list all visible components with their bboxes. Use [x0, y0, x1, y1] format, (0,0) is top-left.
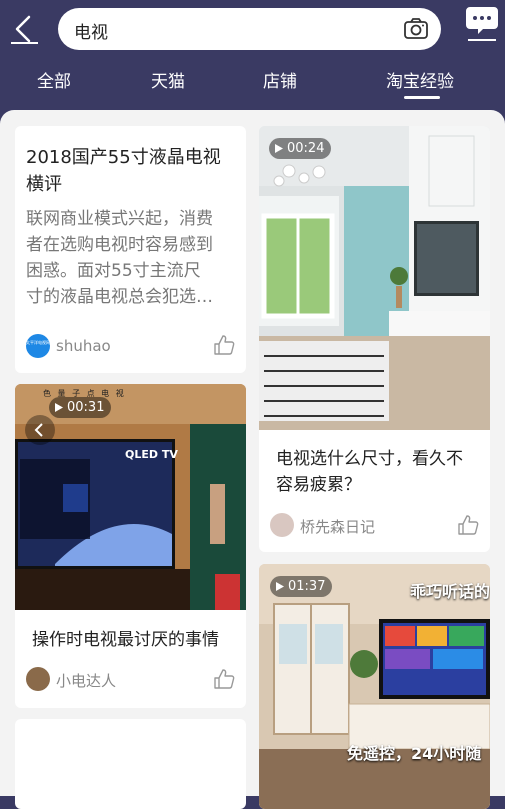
back-button[interactable]	[8, 12, 42, 46]
video-duration-badge: 00:24	[269, 138, 332, 159]
video-overlay-caption-top: 乖巧听话的	[409, 582, 490, 601]
chat-bubble-menu-icon	[466, 7, 498, 41]
card-title: 操作时电视最讨厌的事情	[32, 630, 219, 650]
author-name: 小电达人	[56, 672, 117, 690]
author-avatar: 太平洋电视网	[26, 334, 50, 358]
feed: 2018国产55寸液晶电视 横评 联网商业模式兴起，消费 者在选购电视时容易感到…	[0, 110, 505, 809]
thumbs-up-icon[interactable]	[213, 334, 235, 356]
play-icon	[275, 144, 283, 153]
video-card-tv-operation[interactable]: 色 量 子 点 电 视 QLED TV 00:31 操作时电视最讨厌的事情 小电…	[15, 384, 246, 708]
author-name: shuhao	[56, 337, 111, 355]
search-box[interactable]: 电视	[58, 8, 441, 50]
tab-shops[interactable]: 店铺	[263, 67, 297, 92]
back-arrow-icon	[11, 15, 38, 44]
play-icon	[276, 582, 284, 591]
living-room-photo	[259, 126, 490, 430]
author-name: 桥先森日记	[300, 518, 376, 536]
tab-taobao-experience[interactable]: 淘宝经验	[386, 67, 454, 92]
camera-icon[interactable]	[403, 16, 429, 42]
card-title: 电视选什么尺寸，看久不 容易疲累？	[276, 449, 463, 495]
video-duration-badge: 01:37	[270, 576, 333, 597]
author-avatar	[26, 667, 50, 691]
chevron-left-icon	[34, 423, 43, 437]
tv-brand-text: QLED TV	[125, 448, 178, 461]
header: 电视 全部 天猫 店铺 淘宝经验	[0, 0, 505, 110]
video-card-tv-cabinet[interactable]: 01:37 乖巧听话的 免遥控，24小时随	[259, 564, 490, 809]
thumbs-up-icon[interactable]	[457, 514, 479, 536]
play-icon	[55, 403, 63, 412]
card-title: 2018国产55寸液晶电视 横评	[26, 147, 221, 195]
video-overlay-caption-bottom: 免遥控，24小时随	[347, 744, 482, 763]
tab-all[interactable]: 全部	[37, 67, 71, 92]
tab-tmall[interactable]: 天猫	[151, 67, 185, 92]
more-menu-button[interactable]	[464, 4, 500, 44]
author-avatar	[270, 513, 294, 537]
active-tab-indicator	[404, 96, 440, 99]
video-duration-badge: 00:31	[49, 397, 112, 418]
tab-bar: 全部 天猫 店铺 淘宝经验	[0, 62, 505, 106]
card-summary: 联网商业模式兴起，消费 者在选购电视时容易感到 困惑。面对55寸主流尺 寸的液晶…	[26, 209, 213, 307]
carousel-prev-button[interactable]	[25, 415, 55, 445]
article-card-tv-review[interactable]: 2018国产55寸液晶电视 横评 联网商业模式兴起，消费 者在选购电视时容易感到…	[15, 126, 246, 373]
video-card-tv-size[interactable]: 00:24 电视选什么尺寸，看久不 容易疲累？ 桥先森日记	[259, 126, 490, 552]
thumbs-up-icon[interactable]	[213, 668, 235, 690]
search-input[interactable]: 电视	[74, 18, 108, 43]
